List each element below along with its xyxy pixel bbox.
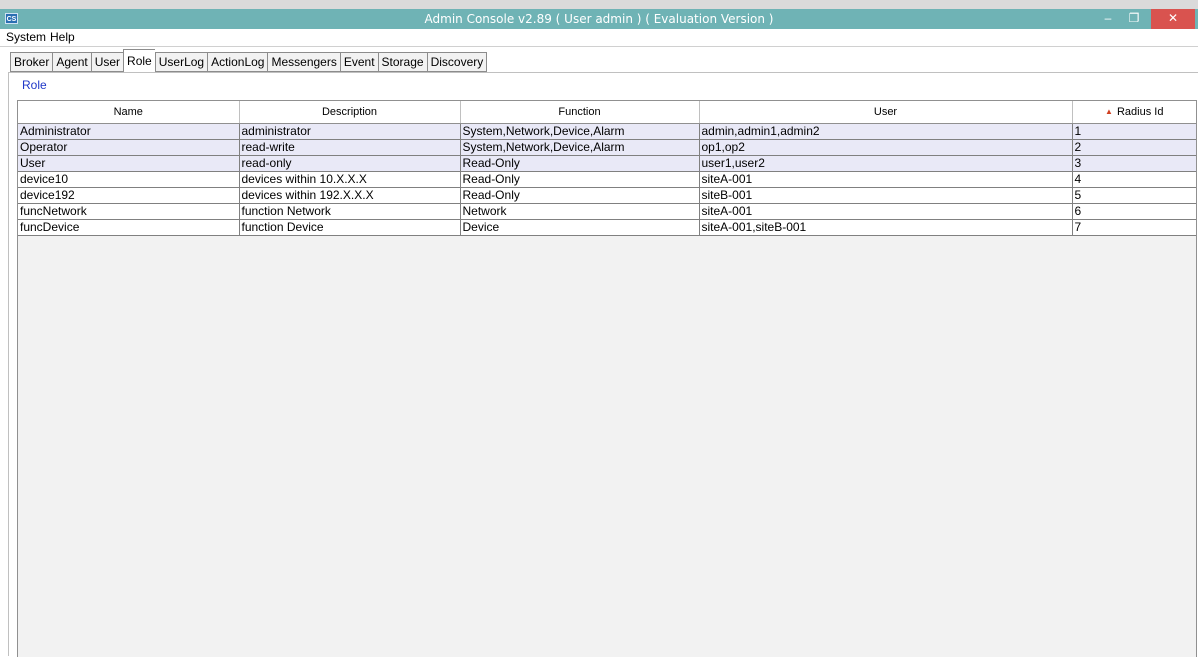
cell-user: user1,user2 [699, 155, 1073, 172]
minimize-button[interactable]: – [1095, 9, 1121, 29]
cell-radius-id: 3 [1072, 155, 1196, 172]
cell-function: Read-Only [460, 187, 700, 204]
cell-name: funcNetwork [18, 203, 240, 220]
window-title: Admin Console v2.89 ( User admin ) ( Eva… [424, 12, 774, 26]
maximize-button[interactable]: ❐ [1121, 9, 1147, 29]
cell-user: siteA-001,siteB-001 [699, 219, 1073, 236]
cell-function: Device [460, 219, 700, 236]
cell-radius-id: 1 [1072, 123, 1196, 140]
tab-agent[interactable]: Agent [52, 52, 91, 72]
cell-user: admin,admin1,admin2 [699, 123, 1073, 140]
tab-storage[interactable]: Storage [377, 52, 427, 72]
cell-user: siteA-001 [699, 203, 1073, 220]
tab-user[interactable]: User [90, 52, 124, 72]
menu-help[interactable]: Help [49, 29, 78, 46]
cell-radius-id: 6 [1072, 203, 1196, 220]
table-row[interactable]: Operator read-write System,Network,Devic… [18, 139, 1196, 156]
tab-role[interactable]: Role [123, 49, 155, 73]
column-header-name[interactable]: Name [18, 101, 240, 124]
cell-user: op1,op2 [699, 139, 1073, 156]
close-button[interactable]: ✕ [1151, 9, 1195, 29]
cell-function: Read-Only [460, 171, 700, 188]
column-header-function[interactable]: Function [460, 101, 700, 124]
tab-messengers[interactable]: Messengers [267, 52, 340, 72]
cell-description: devices within 10.X.X.X [239, 171, 461, 188]
cell-function: Network [460, 203, 700, 220]
column-header-radius-id[interactable]: ▲ Radius Id [1072, 101, 1196, 124]
table-row[interactable]: device10 devices within 10.X.X.X Read-On… [18, 171, 1196, 188]
cell-name: Operator [18, 139, 240, 156]
cell-radius-id: 2 [1072, 139, 1196, 156]
cell-radius-id: 4 [1072, 171, 1196, 188]
menu-system[interactable]: System [0, 29, 49, 46]
tab-strip: Broker Agent User Role UserLog ActionLog… [10, 49, 488, 73]
table-row[interactable]: Administrator administrator System,Netwo… [18, 123, 1196, 140]
cell-name: User [18, 155, 240, 172]
menu-bar: System Help [0, 29, 1198, 47]
top-strip [0, 0, 1198, 9]
cell-function: System,Network,Device,Alarm [460, 123, 700, 140]
table-row[interactable]: User read-only Read-Only user1,user2 3 [18, 155, 1196, 172]
cell-name: device192 [18, 187, 240, 204]
tab-userlog[interactable]: UserLog [154, 52, 208, 72]
cell-description: read-only [239, 155, 461, 172]
cell-user: siteA-001 [699, 171, 1073, 188]
role-panel: Role Name Description Function User ▲ Rad… [8, 72, 1198, 657]
tab-discovery[interactable]: Discovery [426, 52, 488, 72]
cell-description: devices within 192.X.X.X [239, 187, 461, 204]
cell-function: Read-Only [460, 155, 700, 172]
panel-title: Role [22, 78, 47, 92]
cell-description: administrator [239, 123, 461, 140]
cell-description: read-write [239, 139, 461, 156]
title-bar[interactable]: CS Admin Console v2.89 ( User admin ) ( … [0, 9, 1198, 29]
tab-event[interactable]: Event [339, 52, 378, 72]
cell-name: device10 [18, 171, 240, 188]
cell-name: funcDevice [18, 219, 240, 236]
cell-user: siteB-001 [699, 187, 1073, 204]
sort-ascending-icon: ▲ [1105, 107, 1113, 116]
table-row[interactable]: device192 devices within 192.X.X.X Read-… [18, 187, 1196, 204]
cell-name: Administrator [18, 123, 240, 140]
cell-function: System,Network,Device,Alarm [460, 139, 700, 156]
role-table-container[interactable]: Name Description Function User ▲ Radius I… [17, 100, 1197, 657]
table-row[interactable]: funcNetwork function Network Network sit… [18, 203, 1196, 220]
cell-radius-id: 5 [1072, 187, 1196, 204]
role-table: Name Description Function User ▲ Radius I… [18, 101, 1196, 236]
table-row[interactable]: funcDevice function Device Device siteA-… [18, 219, 1196, 236]
tab-broker[interactable]: Broker [10, 52, 53, 72]
cell-description: function Network [239, 203, 461, 220]
table-header: Name Description Function User ▲ Radius I… [18, 101, 1196, 124]
column-header-user[interactable]: User [699, 101, 1073, 124]
tab-bar: Broker Agent User Role UserLog ActionLog… [0, 47, 1198, 73]
tab-actionlog[interactable]: ActionLog [207, 52, 268, 72]
cell-radius-id: 7 [1072, 219, 1196, 236]
column-header-description[interactable]: Description [239, 101, 461, 124]
cell-description: function Device [239, 219, 461, 236]
